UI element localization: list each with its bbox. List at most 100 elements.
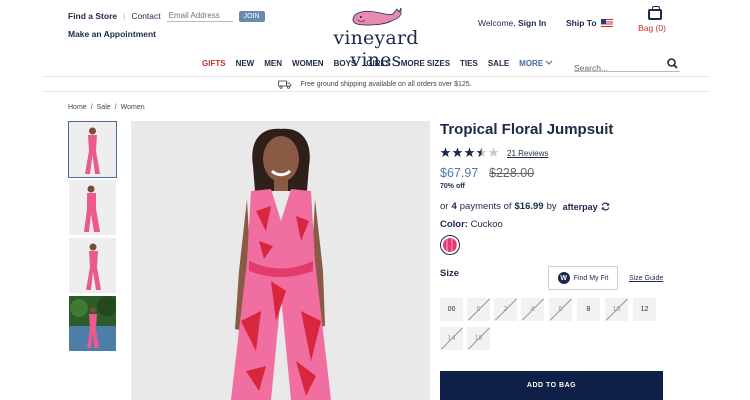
breadcrumb: Home / Sale / Women [68,104,145,111]
color-swatch-cuckoo[interactable] [440,235,460,255]
afterpay-info: or 4 payments of $16.99 by afterpay [440,201,610,212]
us-flag-icon [600,19,613,27]
search-input[interactable]: Search... [574,63,608,73]
email-input[interactable] [166,10,233,22]
size-guide-link[interactable]: Size Guide [629,275,663,282]
find-store-link[interactable]: Find a Store [68,11,117,21]
product-thumbnail[interactable] [69,238,116,293]
bag-label: Bag (0) [638,23,666,33]
search-box[interactable]: Search... [574,58,680,73]
color-label: Color: Cuckoo [440,219,503,230]
main-nav: GIFTS NEW MEN WOMEN BOYS GIRLS MORE SIZE… [202,59,553,68]
nav-more-label: MORE [519,59,544,68]
size-option-label: 10 [612,306,621,313]
sign-in-link[interactable]: Sign In [518,18,546,28]
separator: | [123,11,126,21]
model-figure-image [69,180,116,235]
size-option[interactable]: 00 [440,298,463,321]
size-option-unavailable[interactable]: 2 [494,298,517,321]
afterpay-suffix: by [546,201,557,212]
nav-item-ties[interactable]: TIES [460,59,478,68]
nav-item-sale[interactable]: SALE [488,59,509,68]
afterpay-mid: payments of [459,201,512,212]
size-option-unavailable[interactable]: 6 [549,298,572,321]
nav-item-gifts[interactable]: GIFTS [202,59,226,68]
size-option-label: 2 [503,306,508,313]
chevron-down-icon [546,60,553,65]
bag-button[interactable]: Bag (0) [638,6,670,33]
add-to-bag-button[interactable]: ADD TO BAG [440,371,663,400]
swatch-pattern [443,238,457,252]
breadcrumb-home[interactable]: Home [68,104,87,111]
lifestyle-photo-image [69,296,116,351]
nav-item-new[interactable]: NEW [236,59,255,68]
model-in-jumpsuit-image [131,121,430,400]
make-appointment-link[interactable]: Make an Appointment [68,29,265,39]
search-icon[interactable] [667,58,678,69]
shipping-text: Free ground shipping available on all or… [300,80,472,88]
size-option-label: 00 [447,306,456,313]
empty-star-icon [488,147,499,158]
size-option-unavailable[interactable]: 4 [521,298,544,321]
size-option-unavailable[interactable]: 14 [440,327,463,350]
ship-to-label: Ship To [566,18,597,28]
afterpay-logo[interactable]: afterpay [563,202,598,212]
main-product-image[interactable] [131,121,430,400]
afterpay-prefix: or [440,201,449,212]
size-option-label: 14 [447,335,456,342]
nav-item-more[interactable]: MORE [519,59,553,68]
color-name: Cuckoo [470,219,503,230]
reviews-link[interactable]: 21 Reviews [507,149,548,158]
model-figure-image [69,238,116,293]
nav-item-more-sizes[interactable]: MORE SIZES [401,59,450,68]
size-option-unavailable[interactable]: 10 [605,298,628,321]
size-option-label: 16 [474,335,483,342]
find-my-fit-label: Find My Fit [573,274,609,282]
breadcrumb-separator: / [114,104,117,111]
size-option-unavailable[interactable]: 0 [467,298,490,321]
star-icon [452,147,463,158]
size-label: Size [440,268,460,279]
product-title: Tropical Floral Jumpsuit [440,121,614,138]
shipping-banner: Free ground shipping available on all or… [42,76,708,92]
star-icon [440,147,451,158]
account-greeting: Welcome, Sign In [478,18,546,28]
shopping-bag-icon [648,6,662,20]
fit-logo-icon: W [557,272,570,284]
contact-link[interactable]: Contact [131,11,160,21]
breadcrumb-sale[interactable]: Sale [97,104,111,111]
nav-item-women[interactable]: WOMEN [292,59,324,68]
size-option-unavailable[interactable]: 16 [467,327,490,350]
afterpay-arrows-icon [601,202,609,211]
find-my-fit-button[interactable]: W Find My Fit [548,266,618,290]
breadcrumb-women[interactable]: Women [121,104,145,111]
product-thumbnail[interactable] [69,180,116,235]
product-thumbnail[interactable] [69,296,116,351]
nav-item-men[interactable]: MEN [264,59,282,68]
star-icon [464,147,475,158]
size-option[interactable]: 12 [633,298,656,321]
color-label-prefix: Color: [440,219,468,230]
join-button[interactable]: JOIN [238,10,265,22]
discount-label: 70% off [440,183,465,190]
product-thumbnail[interactable] [68,121,117,178]
afterpay-amount: $16.99 [514,201,544,212]
ship-to-selector[interactable]: Ship To [566,18,613,28]
size-option[interactable]: 8 [577,298,600,321]
nav-item-boys[interactable]: BOYS [334,59,357,68]
half-star-icon [476,147,487,158]
sale-price: $67.97 [440,166,479,180]
size-option-label: 6 [558,306,563,313]
size-option-label: 12 [640,306,649,313]
size-option-label: 4 [530,306,535,313]
size-option-label: 8 [586,306,591,313]
welcome-text: Welcome, [478,18,516,28]
size-option-label: 0 [476,306,481,313]
breadcrumb-separator: / [90,104,93,111]
afterpay-count: 4 [451,201,457,212]
rating-stars[interactable] [440,147,499,158]
whale-logo-icon [352,7,402,26]
truck-icon [278,80,292,89]
nav-item-girls[interactable]: GIRLS [366,59,390,68]
utility-links: Find a Store | Contact JOIN Make an Appo… [68,10,265,39]
